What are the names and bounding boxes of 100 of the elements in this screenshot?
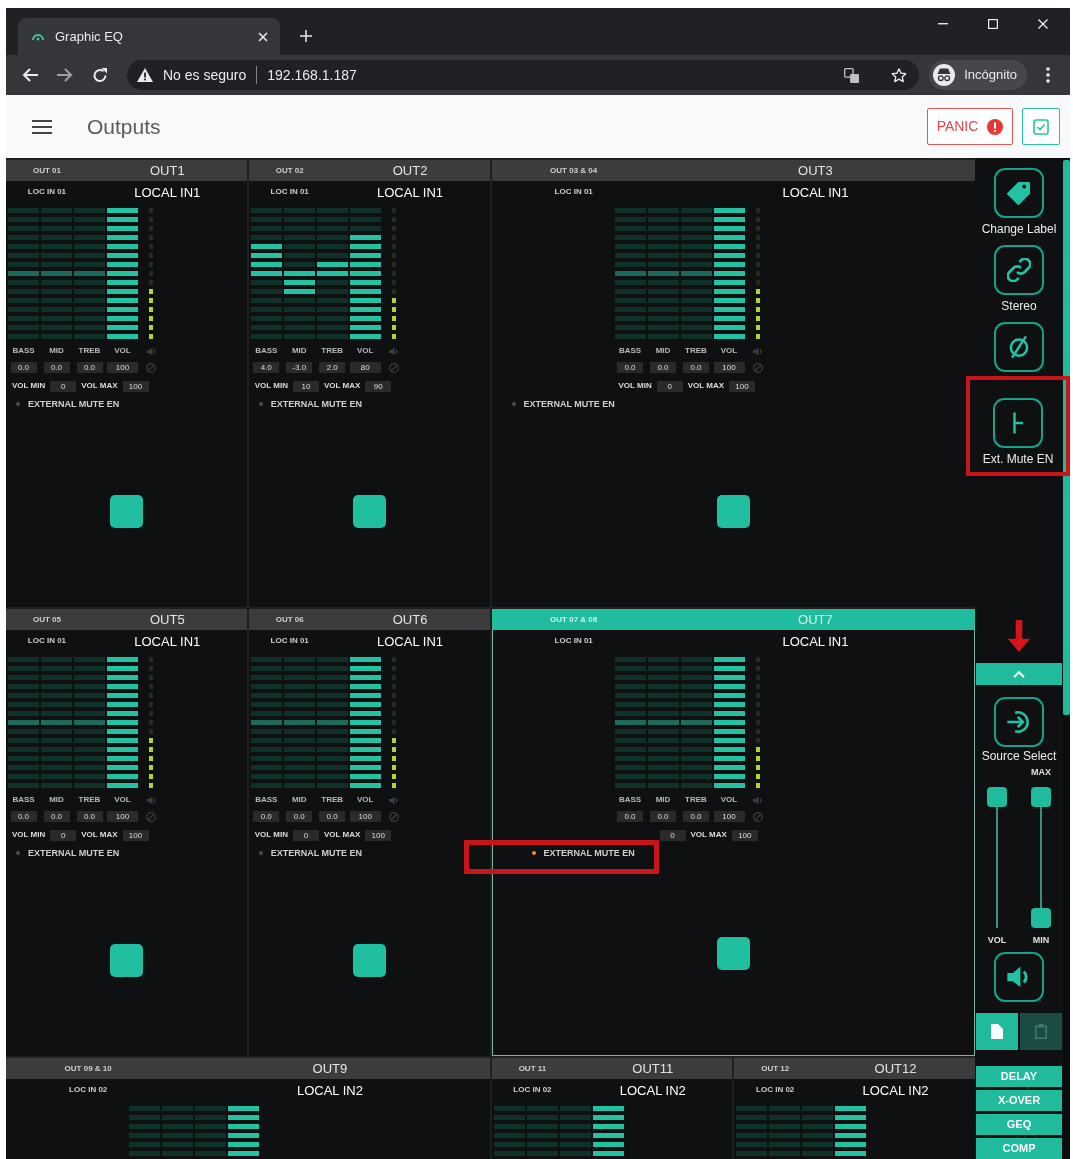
vol-max-readout: 100 <box>122 380 149 392</box>
vol-max-label: VOL MAX <box>323 380 361 392</box>
band-label: BASS <box>255 345 278 357</box>
band-label: TREB <box>78 794 101 806</box>
panel-header[interactable]: OUT 02 OUT2 <box>248 160 490 181</box>
value-readout: 0.0 <box>617 362 643 373</box>
band-label: MID <box>49 345 64 357</box>
tab-title: Graphic EQ <box>55 27 124 46</box>
band-label: BASS <box>12 345 35 357</box>
slider-thumb[interactable] <box>1031 908 1051 928</box>
source-name: LOCAL IN1 <box>782 633 849 649</box>
value-readout: 0.0 <box>319 811 346 822</box>
panel-header[interactable]: OUT 03 & 04 OUT3 <box>491 160 975 181</box>
slashed-circle-icon <box>1009 335 1029 359</box>
pad-button[interactable] <box>109 944 143 977</box>
kebab-menu-icon[interactable] <box>1046 67 1050 83</box>
source-id-label: LOC IN 02 <box>756 1085 795 1095</box>
tool-button[interactable] <box>994 168 1044 218</box>
panel-header[interactable]: OUT 06 OUT6 <box>248 609 490 630</box>
panel-header[interactable]: OUT 11 OUT11 <box>491 1058 733 1079</box>
close-icon[interactable] <box>258 31 268 42</box>
close-icon[interactable] <box>1038 19 1048 29</box>
value-readout: 0.0 <box>76 362 103 373</box>
alert-icon <box>987 118 1004 135</box>
output-id-label: OUT 05 <box>32 614 61 625</box>
vol-min-label: VOL MIN <box>618 380 652 392</box>
value-readout: 0.0 <box>10 362 37 373</box>
output-name: OUT3 <box>798 163 833 178</box>
address-bar[interactable]: No es seguro 192.168.1.187 <box>127 60 920 90</box>
band-label: MID <box>655 794 671 806</box>
source-id-label: LOC IN 01 <box>27 636 67 646</box>
value-readout: 100 <box>713 811 745 822</box>
source-id-label: LOC IN 01 <box>554 636 593 646</box>
vol-max-label: VOL MAX <box>81 380 118 392</box>
tool-button[interactable] <box>994 322 1044 372</box>
vol-min-readout: 0 <box>659 829 686 841</box>
value-readout: -3.0 <box>286 362 313 373</box>
vol-max-label: VOL MAX <box>690 829 727 841</box>
vol-max-readout: 100 <box>731 829 758 841</box>
band-label: MID <box>655 345 671 357</box>
band-label: VOL <box>720 794 738 806</box>
speaker-button[interactable] <box>994 952 1044 1002</box>
output-name: OUT6 <box>392 612 428 627</box>
plus-icon[interactable] <box>300 30 312 42</box>
translate-icon[interactable] <box>844 67 860 83</box>
output-name: OUT12 <box>874 1061 917 1076</box>
tool-button[interactable] <box>994 697 1044 747</box>
tool-button[interactable] <box>994 245 1044 295</box>
warning-icon <box>137 68 153 82</box>
band-label: VOL <box>114 794 131 806</box>
browser-tab[interactable]: Graphic EQ <box>18 18 280 55</box>
pad-button[interactable] <box>109 495 143 528</box>
panel-header[interactable]: OUT 12 OUT12 <box>734 1058 975 1079</box>
vol-min-readout: 0 <box>50 380 77 392</box>
value-readout: 0.0 <box>286 811 313 822</box>
slider-thumb[interactable] <box>1031 787 1051 807</box>
maximize-icon[interactable] <box>988 19 998 29</box>
panel-header[interactable]: OUT 09 & 10 OUT9 <box>6 1058 490 1079</box>
tool-button[interactable] <box>993 398 1043 448</box>
url-text: 192.168.1.187 <box>267 65 357 85</box>
source-name: LOCAL IN1 <box>134 633 201 649</box>
panel-header[interactable]: OUT 01 OUT1 <box>6 160 247 181</box>
scrollbar-thumb[interactable] <box>1063 160 1070 715</box>
page-title: Outputs <box>87 113 161 140</box>
menu-icon[interactable] <box>32 119 52 134</box>
output-name: OUT2 <box>392 163 428 178</box>
pad-button[interactable] <box>716 495 750 528</box>
security-label: No es seguro <box>163 65 247 85</box>
pad-button[interactable] <box>352 495 386 528</box>
back-arrow-icon[interactable] <box>22 68 38 82</box>
output-name: OUT5 <box>149 612 185 627</box>
speaker-icon <box>1007 966 1031 988</box>
forward-arrow-icon[interactable] <box>57 68 73 82</box>
output-id-label: OUT 12 <box>761 1063 790 1074</box>
chevron-up-icon <box>1013 670 1025 678</box>
pad-button[interactable] <box>716 937 750 970</box>
output-name: OUT1 <box>149 163 185 178</box>
check-square-icon <box>1033 118 1049 135</box>
value-readout: 0.0 <box>683 811 709 822</box>
slider-thumb[interactable] <box>987 787 1007 807</box>
band-label: BASS <box>618 794 642 806</box>
band-label: VOL <box>720 345 738 357</box>
copy-button[interactable] <box>976 1013 1018 1050</box>
panic-button[interactable]: PANIC <box>927 108 1013 145</box>
output-id-label: OUT 03 & 04 <box>550 165 598 176</box>
source-id-label: LOC IN 02 <box>513 1085 552 1095</box>
reload-icon[interactable] <box>92 67 108 83</box>
band-label: TREB <box>321 794 344 806</box>
enter-circle-icon <box>1006 710 1032 734</box>
minimize-icon[interactable] <box>938 23 948 25</box>
value-readout: 2.0 <box>319 362 346 373</box>
star-icon[interactable] <box>891 67 908 83</box>
panel-header[interactable]: OUT 05 OUT5 <box>6 609 247 630</box>
vol-max-readout: 100 <box>365 829 392 841</box>
pad-button[interactable] <box>352 944 386 977</box>
output-id-label: OUT 07 & 08 <box>550 614 598 625</box>
band-label: VOL <box>114 345 131 357</box>
confirm-button[interactable] <box>1022 108 1060 145</box>
profile-button[interactable]: Incógnito <box>929 60 1027 90</box>
value-readout: 100 <box>107 811 138 822</box>
